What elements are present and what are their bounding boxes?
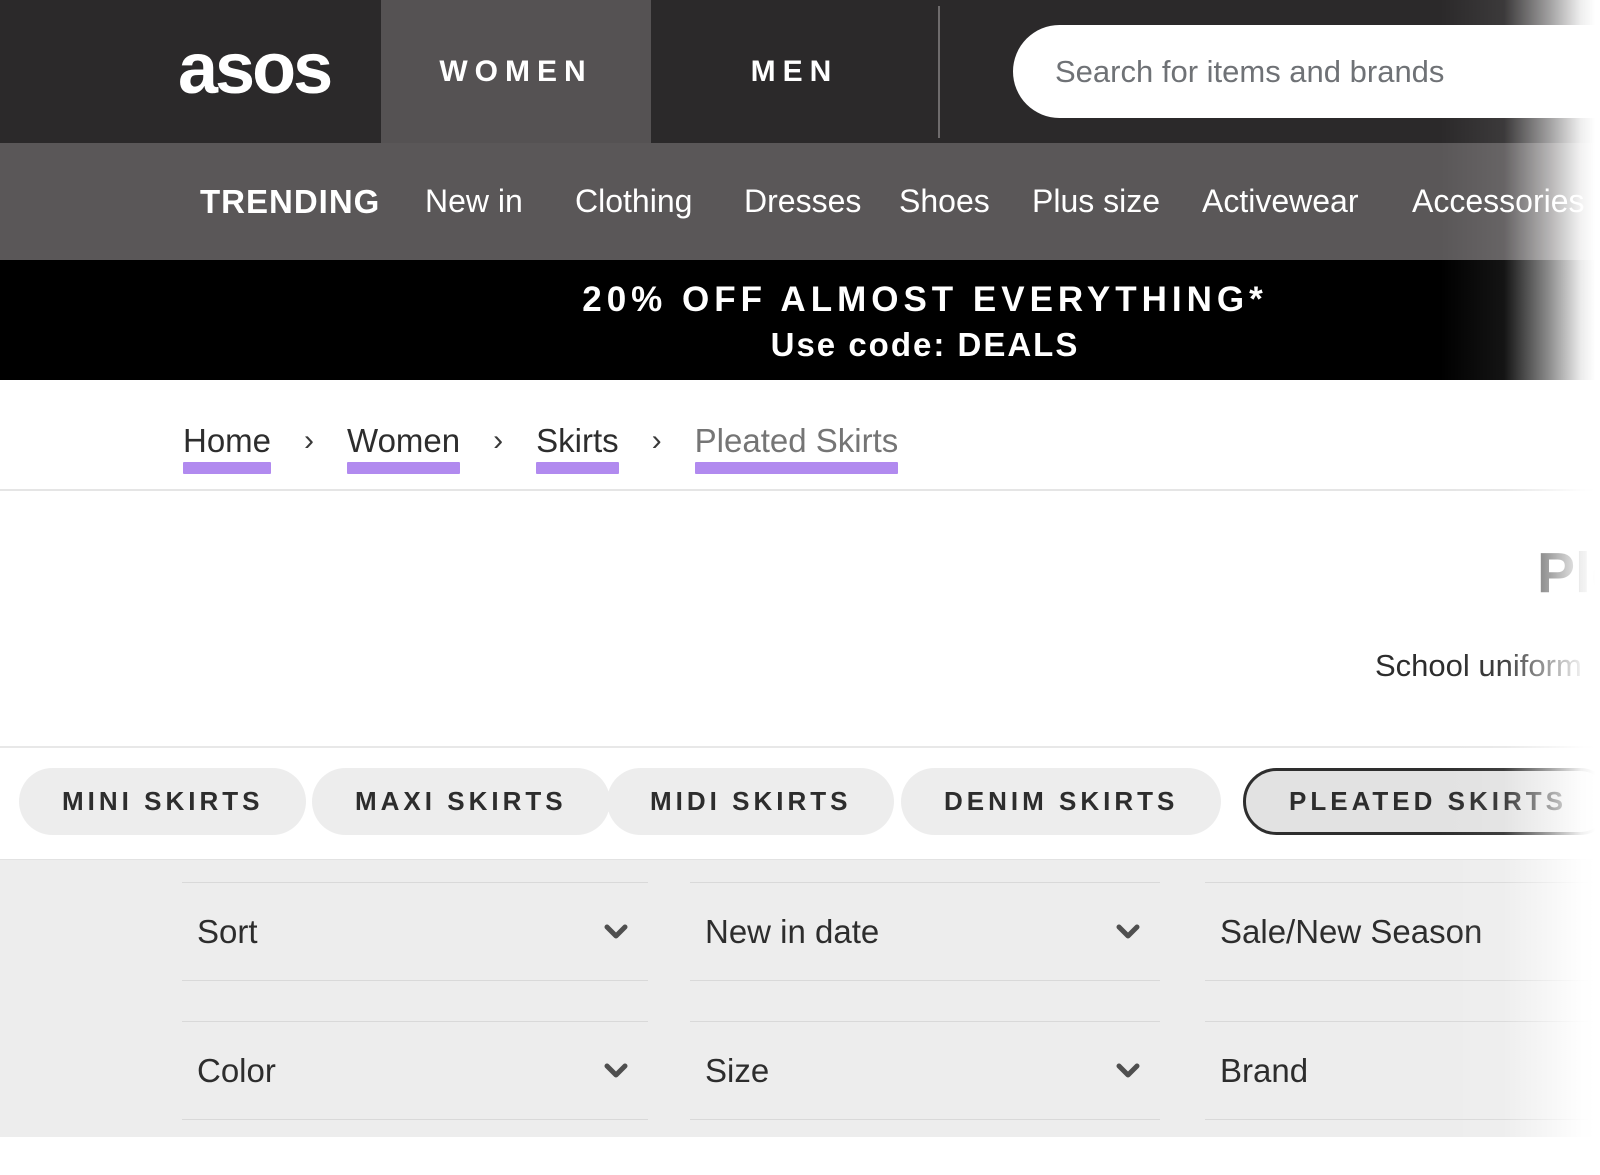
filter-color[interactable]: Color (182, 1021, 648, 1120)
breadcrumb-separator: › (652, 422, 662, 460)
header-divider (938, 6, 940, 138)
promo-banner[interactable]: 20% OFF ALMOST EVERYTHING* Use code: DEA… (0, 260, 1600, 380)
pill-maxi-skirts[interactable]: MAXI SKIRTS (312, 768, 610, 835)
pill-midi-skirts[interactable]: MIDI SKIRTS (607, 768, 894, 835)
nav-item-dresses[interactable]: Dresses (744, 143, 861, 260)
filter-brand[interactable]: Brand (1205, 1021, 1600, 1120)
filter-sale-new-season-label: Sale/New Season (1220, 913, 1482, 951)
chevron-down-icon (604, 924, 628, 940)
tab-men-label: MEN (751, 55, 839, 89)
breadcrumb-underline (347, 462, 460, 474)
asos-logo[interactable]: asos (178, 33, 330, 105)
breadcrumb-separator: › (493, 422, 503, 460)
nav-item-activewear[interactable]: Activewear (1202, 143, 1359, 260)
breadcrumb-home[interactable]: Home (183, 422, 271, 474)
promo-banner-content: 20% OFF ALMOST EVERYTHING* Use code: DEA… (0, 260, 1600, 364)
filter-bar: Sort New in date Sale/New Season Color S… (0, 859, 1600, 1137)
breadcrumb-pleated-skirts-label: Pleated Skirts (695, 422, 899, 460)
chevron-down-icon (604, 1063, 628, 1079)
chevron-down-icon (1116, 1063, 1140, 1079)
promo-headline: 20% OFF ALMOST EVERYTHING* (0, 280, 1600, 320)
pill-mini-skirts[interactable]: MINI SKIRTS (19, 768, 306, 835)
breadcrumb-pleated-skirts: Pleated Skirts (695, 422, 899, 474)
page-title: Pleated Skirts (1537, 540, 1600, 606)
nav-item-accessories[interactable]: Accessories (1412, 143, 1585, 260)
nav-item-trending[interactable]: TRENDING (200, 143, 380, 260)
chevron-down-icon (1116, 924, 1140, 940)
pill-denim-skirts[interactable]: DENIM SKIRTS (901, 768, 1221, 835)
breadcrumb-separator: › (304, 422, 314, 460)
filter-sale-new-season[interactable]: Sale/New Season (1205, 882, 1600, 981)
breadcrumb-women[interactable]: Women (347, 422, 460, 474)
nav-item-new-in[interactable]: New in (425, 143, 523, 260)
breadcrumb-skirts[interactable]: Skirts (536, 422, 619, 474)
filter-brand-label: Brand (1220, 1052, 1308, 1090)
breadcrumb: Home › Women › Skirts › Pleated Skirts (183, 422, 898, 474)
category-nav: TRENDING New in Clothing Dresses Shoes P… (0, 143, 1600, 260)
breadcrumb-underline (536, 462, 619, 474)
filter-size[interactable]: Size (690, 1021, 1160, 1120)
breadcrumb-skirts-label: Skirts (536, 422, 619, 460)
tab-men[interactable]: MEN (651, 0, 938, 143)
divider (0, 489, 1600, 491)
nav-item-plus-size[interactable]: Plus size (1032, 143, 1160, 260)
filter-new-in-date-label: New in date (705, 913, 879, 951)
tab-women-label: WOMEN (439, 55, 592, 89)
nav-item-clothing[interactable]: Clothing (575, 143, 692, 260)
promo-code: Use code: DEALS (0, 326, 1600, 364)
top-header: asos WOMEN MEN (0, 0, 1600, 143)
tab-women[interactable]: WOMEN (381, 0, 651, 143)
breadcrumb-underline (695, 462, 899, 474)
filter-sort[interactable]: Sort (182, 882, 648, 981)
pill-pleated-skirts[interactable]: PLEATED SKIRTS (1243, 768, 1600, 835)
search-input[interactable] (1013, 25, 1600, 118)
filter-new-in-date[interactable]: New in date (690, 882, 1160, 981)
page-subtitle-link[interactable]: School uniform (1375, 648, 1582, 684)
asos-category-page: asos WOMEN MEN TRENDING New in Clothing … (0, 0, 1600, 1175)
nav-item-shoes[interactable]: Shoes (899, 143, 990, 260)
divider (0, 746, 1600, 748)
breadcrumb-women-label: Women (347, 422, 460, 460)
filter-color-label: Color (197, 1052, 276, 1090)
breadcrumb-home-label: Home (183, 422, 271, 460)
filter-sort-label: Sort (197, 913, 258, 951)
filter-size-label: Size (705, 1052, 769, 1090)
breadcrumb-underline (183, 462, 271, 474)
